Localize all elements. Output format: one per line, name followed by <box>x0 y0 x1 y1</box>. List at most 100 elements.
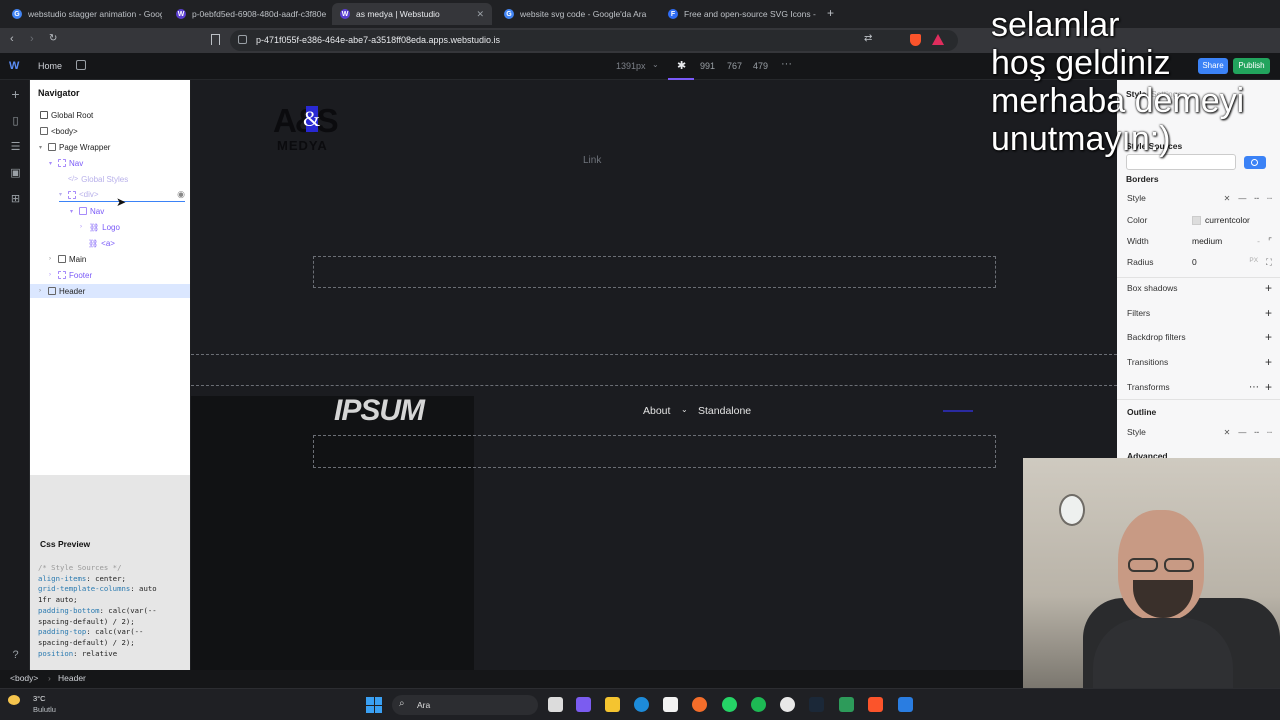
section-transitions[interactable]: Transitions + <box>1127 355 1272 369</box>
chevron-down-icon[interactable]: ▾ <box>39 144 45 151</box>
store-icon[interactable] <box>663 697 678 712</box>
border-width-value[interactable]: medium - ⌜ <box>1192 236 1272 247</box>
browser-tab-active[interactable]: W as medya | Webstudio ✕ <box>332 3 492 25</box>
forward-icon[interactable]: › <box>30 33 34 45</box>
ipsum-logo[interactable]: IPSUM <box>334 394 425 428</box>
tree-item-main[interactable]: › Main <box>49 252 86 266</box>
solid-line-icon[interactable]: — <box>1238 194 1246 203</box>
obs-icon[interactable] <box>780 697 795 712</box>
menu-button-placeholder[interactable] <box>943 410 973 412</box>
solid-line-icon[interactable]: — <box>1238 428 1246 437</box>
todo-icon[interactable] <box>898 697 913 712</box>
add-icon[interactable]: + <box>1265 355 1272 369</box>
components-icon[interactable]: ⊞ <box>9 192 22 205</box>
page-home-button[interactable]: Home <box>38 61 62 71</box>
weather-temp[interactable]: 3°C <box>33 694 46 703</box>
brave-rewards-icon[interactable] <box>932 34 944 45</box>
brave-icon[interactable] <box>868 697 883 712</box>
empty-container-outline[interactable] <box>313 435 996 468</box>
design-canvas[interactable]: A&S & MEDYA Link IPSUM About ⌄ Standalon… <box>191 80 1117 670</box>
section-transforms[interactable]: Transforms ⋯ + <box>1127 380 1272 394</box>
dashed-line-icon[interactable]: ╌ <box>1254 194 1259 203</box>
breakpoint-991[interactable]: 991 <box>700 61 715 71</box>
chevron-right-icon[interactable]: › <box>49 272 55 278</box>
bookmark-icon[interactable] <box>211 34 220 45</box>
help-icon[interactable]: ? <box>9 648 22 661</box>
outline-style-options[interactable]: ✕ — ╌ ┈ <box>1224 428 1272 437</box>
none-icon[interactable]: ✕ <box>1224 428 1231 437</box>
dotted-line-icon[interactable]: ┈ <box>1267 194 1272 203</box>
add-icon[interactable]: + <box>9 86 22 102</box>
chevron-right-icon[interactable]: › <box>80 224 86 230</box>
chevron-down-icon[interactable]: ▾ <box>70 208 76 215</box>
translate-icon[interactable]: ⇄ <box>864 33 872 44</box>
corners-icon[interactable]: ⛶ <box>1266 257 1272 268</box>
none-icon[interactable]: ✕ <box>1224 194 1231 203</box>
edge-icon[interactable] <box>634 697 649 712</box>
menu-standalone[interactable]: Standalone <box>698 405 751 417</box>
section-filters[interactable]: Filters + <box>1127 306 1272 320</box>
chevron-right-icon[interactable]: › <box>49 256 55 262</box>
brave-shield-icon[interactable] <box>910 34 921 46</box>
chevron-down-icon[interactable]: ▾ <box>59 191 65 198</box>
chevron-down-icon[interactable]: ⌄ <box>681 405 688 414</box>
taskbar-search[interactable]: ⌕ Ara <box>392 695 538 715</box>
tree-item-footer[interactable]: › Footer <box>49 268 92 282</box>
tree-item-anchor[interactable]: ⛓ <a> <box>88 236 115 250</box>
border-style-options[interactable]: ✕ — ╌ ┈ <box>1224 194 1272 203</box>
breakpoint-479[interactable]: 479 <box>753 61 768 71</box>
border-color-value[interactable]: currentcolor <box>1192 215 1272 225</box>
tree-item-global-root[interactable]: Global Root <box>40 108 93 122</box>
spotify-icon[interactable] <box>751 697 766 712</box>
tree-item-nav[interactable]: ▾ Nav <box>70 204 104 218</box>
copilot-icon[interactable] <box>576 697 591 712</box>
app-icon[interactable] <box>839 697 854 712</box>
firefox-icon[interactable] <box>692 697 707 712</box>
url-field[interactable]: p-471f055f-e386-464e-abe7-a3518ff08eda.a… <box>230 30 958 51</box>
browser-tab[interactable]: G webstudio stagger animation - Goog <box>4 3 162 25</box>
weather-icon[interactable] <box>8 695 20 705</box>
menu-about[interactable]: About <box>643 405 670 417</box>
breakpoint-767[interactable]: 767 <box>727 61 742 71</box>
add-icon[interactable]: + <box>1265 306 1272 320</box>
dashed-line-icon[interactable]: ╌ <box>1254 428 1259 437</box>
chevron-down-icon[interactable]: ⌄ <box>652 60 659 69</box>
page-icon[interactable]: ▯ <box>9 114 22 127</box>
corners-icon[interactable]: ⌜ <box>1268 236 1272 247</box>
nav-link[interactable]: Link <box>583 155 601 166</box>
windows-start-icon[interactable] <box>366 697 382 713</box>
webstudio-logo-icon[interactable]: W <box>9 60 19 72</box>
section-box-shadows[interactable]: Box shadows + <box>1127 281 1272 295</box>
chevron-down-icon[interactable]: ▾ <box>49 160 55 167</box>
more-icon[interactable]: ⋯ <box>1249 382 1259 393</box>
file-explorer-icon[interactable] <box>605 697 620 712</box>
weather-desc[interactable]: Bulutlu <box>33 705 56 714</box>
back-icon[interactable]: ‹ <box>10 33 14 45</box>
tree-item-page-wrapper[interactable]: ▾ Page Wrapper <box>39 140 110 154</box>
tree-item-nav-slot[interactable]: ▾ Nav <box>49 156 83 170</box>
browser-tab[interactable]: G website svg code - Google'da Ara <box>496 3 654 25</box>
tree-item-logo[interactable]: › ⛓ Logo <box>80 220 120 234</box>
tree-item-global-styles[interactable]: </> Global Styles <box>68 172 128 186</box>
breakpoint-width[interactable]: 1391px <box>616 61 646 71</box>
breakpoint-base[interactable]: ✱ <box>668 53 694 80</box>
breadcrumb-body[interactable]: <body> <box>10 673 38 683</box>
tree-item-body[interactable]: <body> <box>40 124 78 138</box>
breadcrumb-header[interactable]: Header <box>58 673 86 683</box>
browser-tab[interactable]: W p-0ebfd5ed-6908-480d-aadf-c3f80e <box>168 3 326 25</box>
whatsapp-icon[interactable] <box>722 697 737 712</box>
assets-icon[interactable]: ▣ <box>9 166 22 179</box>
pages-icon[interactable] <box>76 60 86 70</box>
section-backdrop-filters[interactable]: Backdrop filters + <box>1127 330 1272 344</box>
add-icon[interactable]: + <box>1265 380 1272 394</box>
tree-item-header[interactable]: › Header <box>30 284 190 298</box>
steam-icon[interactable] <box>809 697 824 712</box>
dotted-line-icon[interactable]: ┈ <box>1267 428 1272 437</box>
border-radius-value[interactable]: 0 PX ⛶ <box>1192 257 1272 268</box>
eye-icon[interactable]: ◉ <box>177 189 185 200</box>
navigator-icon[interactable]: ☰ <box>9 140 22 153</box>
empty-container-outline[interactable] <box>313 256 996 288</box>
reload-icon[interactable]: ↻ <box>49 33 57 44</box>
task-view-icon[interactable] <box>548 697 563 712</box>
new-tab-icon[interactable]: + <box>827 6 834 20</box>
